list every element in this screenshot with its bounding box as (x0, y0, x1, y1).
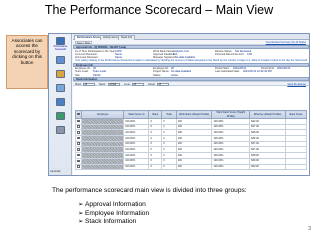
page-number: 3 (307, 226, 311, 232)
row-checkbox[interactable] (77, 159, 80, 162)
arrow-bullet-icon: ➢ (78, 218, 84, 226)
arrow-bullet-icon: ➢ (78, 209, 84, 217)
chart-icon (56, 70, 65, 78)
show-select[interactable]: All (83, 83, 95, 87)
field-value: Active (171, 73, 179, 77)
slide-title: The Performance Scorecard – Main View (44, 3, 274, 17)
column-header[interactable]: Rank (148, 110, 163, 119)
scorecard-icon (56, 37, 65, 45)
sidebar-item-document[interactable] (51, 84, 70, 93)
table-header-row: Employee Stack Score % Rank Total Work R… (74, 110, 308, 119)
approval-notice: Your salary ranking in the Performance S… (75, 59, 307, 63)
group-select[interactable]: All (157, 83, 169, 87)
field-value: Pacific (93, 73, 101, 77)
table-cell (284, 163, 308, 171)
stack-select[interactable]: Global (108, 83, 120, 87)
main-panel: Performance Scorecard Activity Items Sta… (73, 34, 309, 175)
row-checkbox[interactable] (77, 148, 80, 151)
employee-row: Site: Pacific Status: Active (75, 74, 307, 77)
row-checkbox[interactable] (77, 142, 80, 145)
approval-info: Fy of Time Participated in the Year: 100… (73, 49, 309, 63)
bullet-list: ➢Approval Information ➢Employee Informat… (78, 201, 149, 227)
row-checkbox[interactable] (77, 153, 80, 157)
table-row[interactable]: 100.00% 0 3 100 100.00% $40.00 (74, 163, 308, 171)
sidebar: Performance Scorecard Landmark (49, 34, 72, 175)
row-checkbox[interactable] (77, 136, 80, 140)
employee-cell (81, 163, 125, 171)
sidebar-item-scorecard[interactable]: Performance Scorecard (51, 37, 70, 52)
print-button[interactable]: Print (83, 41, 92, 45)
table-cell: 100.00% (123, 163, 150, 171)
stack-table: Employee Stack Score % Rank Total Work R… (74, 110, 308, 171)
bullet-text: Employee Information (85, 209, 150, 217)
filter-label: Show: (75, 83, 82, 87)
bullet-text: Stack Information (85, 218, 137, 226)
level-select[interactable]: All (132, 83, 144, 87)
table-cell: 100 (175, 163, 213, 171)
row-checkbox[interactable] (77, 119, 80, 123)
sidebar-footer-label: Landmark (50, 169, 61, 173)
stack-breakdown-link[interactable]: Stack Breakdown (287, 83, 306, 86)
bullet-text: Approval Information (85, 201, 146, 208)
globe-icon (56, 112, 65, 120)
sidebar-item-calendar[interactable] (51, 98, 70, 107)
calendar-icon (56, 98, 65, 106)
callout-note: Associates can access the scorecard by c… (6, 35, 48, 89)
people-icon (56, 56, 65, 64)
table-cell: 0 (148, 163, 163, 171)
sidebar-item-people[interactable] (51, 56, 70, 65)
filter-label: Level: (124, 83, 131, 87)
column-header[interactable]: Employee (81, 110, 125, 119)
arrow-bullet-icon: ➢ (78, 201, 84, 208)
document-icon (56, 84, 65, 92)
sidebar-item-chart[interactable] (51, 70, 70, 79)
filter-label: Group: (148, 83, 156, 87)
gear-icon (56, 126, 65, 134)
field-label: Status: (153, 73, 162, 77)
bullet-item: ➢Stack Information (78, 218, 149, 227)
column-header[interactable]: Rank Score (284, 110, 308, 119)
toolbar: Save Print View Ranked Summary (%) All S… (73, 40, 309, 45)
row-checkbox[interactable] (77, 131, 80, 134)
employee-info: Employee ID: 00 Employee ID: 00 Period S… (73, 66, 309, 78)
sidebar-item-globe[interactable] (51, 112, 70, 121)
column-header[interactable]: Stack Score % (123, 110, 150, 119)
column-header[interactable]: Total (161, 110, 177, 119)
slide-caption: The performance scorecard main view is d… (52, 187, 247, 194)
table-cell: 3 (161, 163, 177, 171)
sidebar-item-settings[interactable] (51, 126, 70, 135)
bullet-item: ➢Employee Information (78, 210, 149, 219)
filter-label: Stack: (99, 83, 106, 87)
column-header[interactable]: Work Rank Score (Weight Profile) (211, 110, 251, 119)
sidebar-item-label: Performance Scorecard (53, 45, 68, 51)
row-checkbox[interactable] (77, 125, 80, 128)
select-all-checkbox[interactable] (77, 112, 80, 116)
table-cell: $40.00 (249, 163, 286, 171)
table-cell: 100.00% (211, 163, 251, 171)
column-header[interactable]: Work Rank (Weight Profile) (175, 110, 213, 119)
bullet-item: ➢Approval Information (78, 201, 149, 210)
column-header[interactable]: Effective (Weight Profile) (249, 110, 286, 119)
app-window: Performance Scorecard Landmark Performan… (48, 33, 310, 176)
ranked-summary-link[interactable]: View Ranked Summary (%) All Stacks (266, 41, 306, 44)
row-checkbox[interactable] (77, 165, 80, 168)
stack-filter-bar: Show: All Stack: Global Level: All Group… (73, 81, 309, 87)
field-label: Site: (75, 73, 81, 77)
